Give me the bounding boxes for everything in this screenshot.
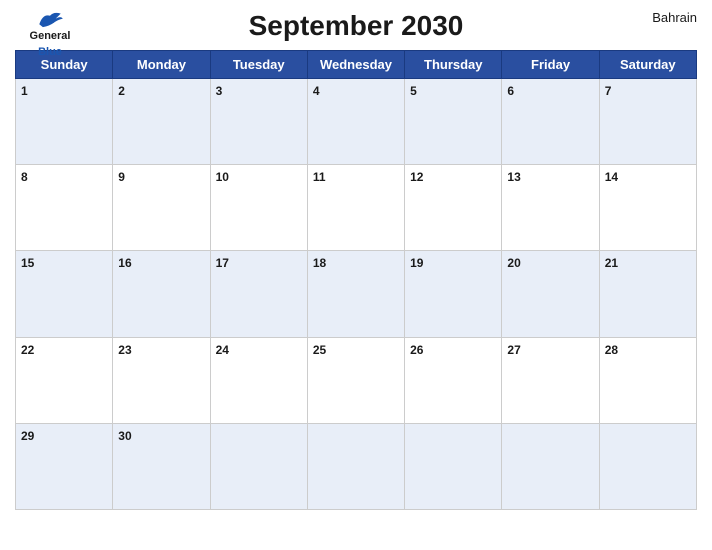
date-number: 14 <box>605 170 618 184</box>
date-number: 6 <box>507 84 514 98</box>
calendar-day-cell <box>210 423 307 509</box>
calendar-week-row: 29 30 <box>16 423 697 509</box>
header-wednesday: Wednesday <box>307 51 404 79</box>
date-number: 20 <box>507 256 520 270</box>
date-number: 2 <box>118 84 125 98</box>
country-label: Bahrain <box>652 10 697 25</box>
calendar-title: September 2030 <box>249 10 464 42</box>
header-monday: Monday <box>113 51 210 79</box>
calendar-day-cell: 21 <box>599 251 696 337</box>
date-number: 1 <box>21 84 28 98</box>
date-number: 3 <box>216 84 223 98</box>
calendar-day-cell: 14 <box>599 165 696 251</box>
calendar-day-cell: 24 <box>210 337 307 423</box>
logo-blue-text: Blue <box>38 42 62 60</box>
date-number: 9 <box>118 170 125 184</box>
logo-text: General <box>30 30 71 42</box>
date-number: 17 <box>216 256 229 270</box>
calendar-day-cell: 29 <box>16 423 113 509</box>
calendar-day-cell: 19 <box>405 251 502 337</box>
calendar-day-cell: 27 <box>502 337 599 423</box>
calendar-day-cell: 22 <box>16 337 113 423</box>
days-header-row: Sunday Monday Tuesday Wednesday Thursday… <box>16 51 697 79</box>
date-number: 16 <box>118 256 131 270</box>
logo-area: General Blue <box>15 10 85 60</box>
calendar-day-cell: 12 <box>405 165 502 251</box>
date-number: 27 <box>507 343 520 357</box>
calendar-week-row: 1 2 3 4 5 6 7 <box>16 79 697 165</box>
calendar-week-row: 22 23 24 25 26 27 28 <box>16 337 697 423</box>
date-number: 25 <box>313 343 326 357</box>
date-number: 23 <box>118 343 131 357</box>
date-number: 11 <box>313 170 326 184</box>
calendar-day-cell: 2 <box>113 79 210 165</box>
header-friday: Friday <box>502 51 599 79</box>
header-tuesday: Tuesday <box>210 51 307 79</box>
calendar-week-row: 15 16 17 18 19 20 21 <box>16 251 697 337</box>
calendar-day-cell: 17 <box>210 251 307 337</box>
calendar-day-cell: 30 <box>113 423 210 509</box>
calendar-day-cell: 20 <box>502 251 599 337</box>
calendar-day-cell: 6 <box>502 79 599 165</box>
calendar-day-cell: 16 <box>113 251 210 337</box>
logo-general-text: General <box>30 30 71 42</box>
calendar-day-cell: 8 <box>16 165 113 251</box>
date-number: 12 <box>410 170 423 184</box>
date-number: 10 <box>216 170 229 184</box>
calendar-header: General Blue September 2030 Bahrain <box>15 10 697 42</box>
calendar-day-cell: 4 <box>307 79 404 165</box>
date-number: 15 <box>21 256 34 270</box>
calendar-day-cell: 3 <box>210 79 307 165</box>
calendar-day-cell: 7 <box>599 79 696 165</box>
date-number: 30 <box>118 429 131 443</box>
calendar-day-cell <box>405 423 502 509</box>
calendar-day-cell: 26 <box>405 337 502 423</box>
calendar-week-row: 8 9 10 11 12 13 14 <box>16 165 697 251</box>
date-number: 7 <box>605 84 612 98</box>
calendar-day-cell: 9 <box>113 165 210 251</box>
calendar-day-cell: 5 <box>405 79 502 165</box>
date-number: 24 <box>216 343 229 357</box>
calendar-day-cell: 18 <box>307 251 404 337</box>
calendar-day-cell: 10 <box>210 165 307 251</box>
calendar-wrapper: General Blue September 2030 Bahrain Sund… <box>0 0 712 550</box>
header-saturday: Saturday <box>599 51 696 79</box>
date-number: 13 <box>507 170 520 184</box>
date-number: 26 <box>410 343 423 357</box>
date-number: 28 <box>605 343 618 357</box>
calendar-day-cell <box>599 423 696 509</box>
date-number: 18 <box>313 256 326 270</box>
calendar-day-cell: 23 <box>113 337 210 423</box>
header-thursday: Thursday <box>405 51 502 79</box>
calendar-day-cell <box>307 423 404 509</box>
calendar-day-cell: 28 <box>599 337 696 423</box>
calendar-table: Sunday Monday Tuesday Wednesday Thursday… <box>15 50 697 510</box>
date-number: 29 <box>21 429 34 443</box>
calendar-body: 1234567891011121314151617181920212223242… <box>16 79 697 510</box>
date-number: 21 <box>605 256 618 270</box>
calendar-day-cell: 13 <box>502 165 599 251</box>
calendar-day-cell: 11 <box>307 165 404 251</box>
calendar-day-cell: 15 <box>16 251 113 337</box>
logo-bird-icon <box>35 10 65 30</box>
date-number: 22 <box>21 343 34 357</box>
date-number: 4 <box>313 84 320 98</box>
calendar-day-cell: 25 <box>307 337 404 423</box>
date-number: 5 <box>410 84 417 98</box>
calendar-day-cell: 1 <box>16 79 113 165</box>
calendar-day-cell <box>502 423 599 509</box>
date-number: 19 <box>410 256 423 270</box>
date-number: 8 <box>21 170 28 184</box>
